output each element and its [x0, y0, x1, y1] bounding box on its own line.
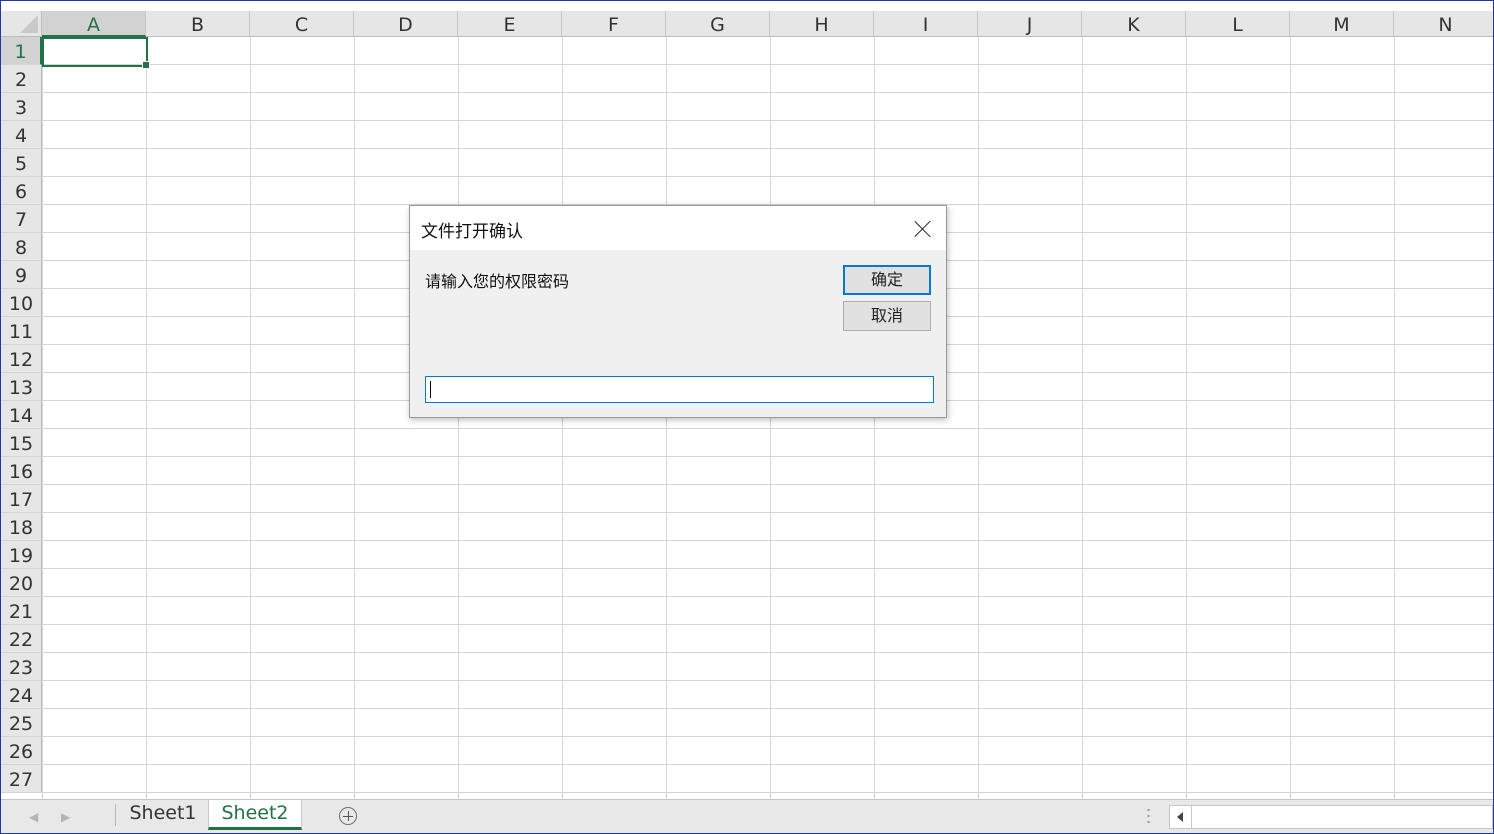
row-header-22[interactable]: 22 [1, 625, 42, 653]
column-header-b[interactable]: B [146, 11, 250, 37]
row-header-10[interactable]: 10 [1, 289, 42, 317]
row-header-6[interactable]: 6 [1, 177, 42, 205]
row-header-8[interactable]: 8 [1, 233, 42, 261]
close-icon[interactable] [914, 220, 932, 238]
row-header-12[interactable]: 12 [1, 345, 42, 373]
column-header-i[interactable]: I [874, 11, 978, 37]
row-header-2[interactable]: 2 [1, 65, 42, 93]
dialog-title: 文件打开确认 [421, 222, 523, 242]
row-header-7[interactable]: 7 [1, 205, 42, 233]
row-header-9[interactable]: 9 [1, 261, 42, 289]
dialog-titlebar: 文件打开确认 [410, 206, 946, 250]
row-header-15[interactable]: 15 [1, 429, 42, 457]
column-header-c[interactable]: C [250, 11, 354, 37]
column-header-l[interactable]: L [1186, 11, 1290, 37]
column-header-e[interactable]: E [458, 11, 562, 37]
text-caret [430, 381, 431, 398]
select-all-corner[interactable] [1, 11, 42, 37]
column-header-a[interactable]: A [42, 11, 146, 37]
row-header-17[interactable]: 17 [1, 485, 42, 513]
row-header-27[interactable]: 27 [1, 765, 42, 793]
row-header-21[interactable]: 21 [1, 597, 42, 625]
cell-gridlines[interactable] [42, 37, 1493, 799]
ok-button[interactable]: 确定 [843, 265, 931, 295]
column-header-d[interactable]: D [354, 11, 458, 37]
column-header-k[interactable]: K [1082, 11, 1186, 37]
scroll-left-icon[interactable] [1170, 806, 1192, 828]
tab-scroll-right-icon[interactable]: ▶ [61, 810, 70, 824]
tab-split-handle[interactable] [1147, 807, 1150, 825]
sheet-tab-sheet1[interactable]: Sheet1 [119, 800, 207, 830]
sheet-tab-bar: ◀ ▶ Sheet1 Sheet2 [1, 799, 1493, 833]
sheet-tab-sheet2[interactable]: Sheet2 [208, 800, 302, 830]
fill-handle[interactable] [142, 61, 150, 69]
row-header-26[interactable]: 26 [1, 737, 42, 765]
active-cell-a1[interactable] [42, 37, 150, 69]
row-header-1[interactable]: 1 [1, 37, 42, 65]
row-header-14[interactable]: 14 [1, 401, 42, 429]
cancel-button[interactable]: 取消 [843, 301, 931, 331]
dialog-prompt: 请输入您的权限密码 [425, 272, 570, 291]
column-header-n[interactable]: N [1394, 11, 1493, 37]
column-header-j[interactable]: J [978, 11, 1082, 37]
column-header-m[interactable]: M [1290, 11, 1394, 37]
row-header-11[interactable]: 11 [1, 317, 42, 345]
password-dialog: 文件打开确认 请输入您的权限密码 确定 取消 [409, 205, 947, 418]
column-header-h[interactable]: H [770, 11, 874, 37]
horizontal-scrollbar[interactable] [1169, 805, 1493, 829]
tab-scroll-left-icon[interactable]: ◀ [29, 810, 38, 824]
password-input[interactable] [425, 376, 934, 403]
row-header-25[interactable]: 25 [1, 709, 42, 737]
add-sheet-icon[interactable] [339, 807, 357, 825]
row-header-4[interactable]: 4 [1, 121, 42, 149]
row-header-13[interactable]: 13 [1, 373, 42, 401]
row-header-18[interactable]: 18 [1, 513, 42, 541]
row-header-19[interactable]: 19 [1, 541, 42, 569]
row-header-24[interactable]: 24 [1, 681, 42, 709]
row-header-5[interactable]: 5 [1, 149, 42, 177]
row-header-3[interactable]: 3 [1, 93, 42, 121]
row-header-23[interactable]: 23 [1, 653, 42, 681]
row-header-20[interactable]: 20 [1, 569, 42, 597]
row-header-16[interactable]: 16 [1, 457, 42, 485]
column-header-g[interactable]: G [666, 11, 770, 37]
column-header-f[interactable]: F [562, 11, 666, 37]
